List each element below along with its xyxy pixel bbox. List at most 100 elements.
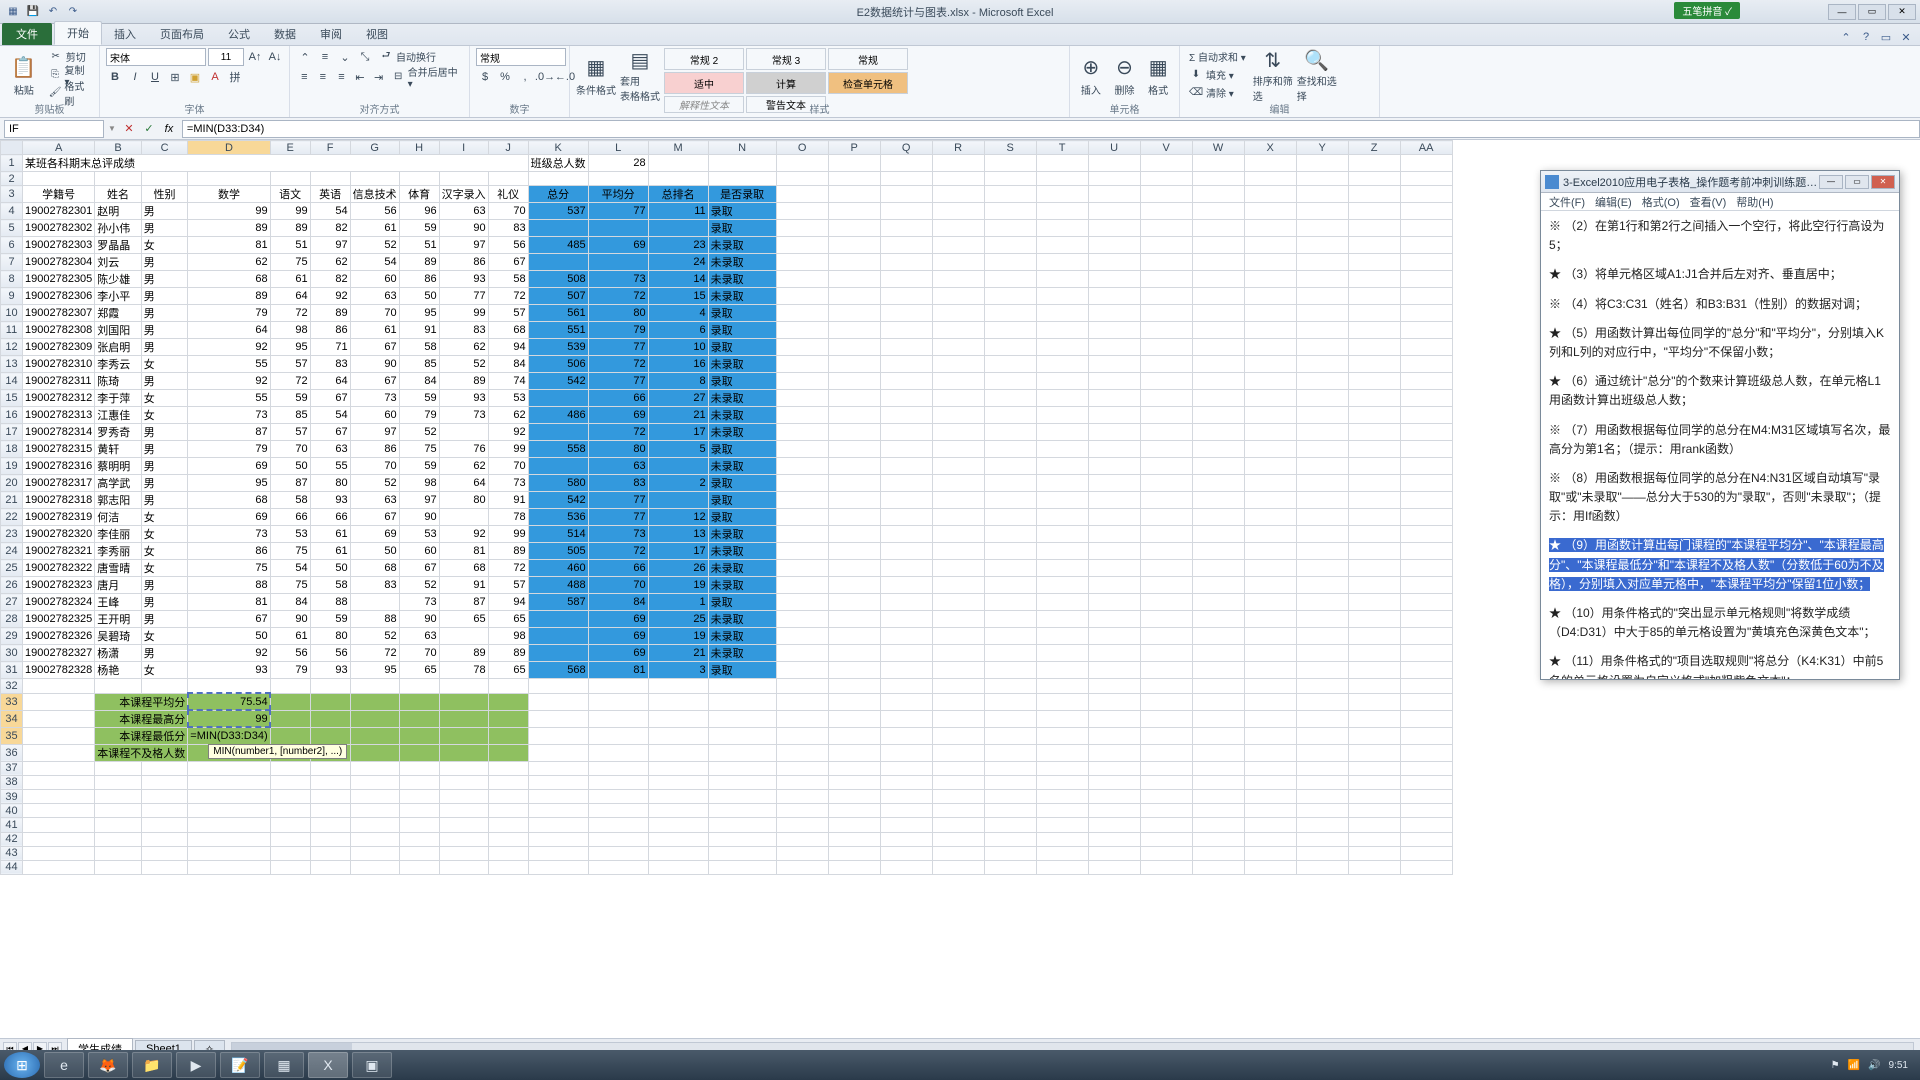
fill-button[interactable]: ⬇填充 ▾ <box>1186 66 1249 83</box>
data-cell[interactable]: 75 <box>188 560 270 577</box>
cell[interactable] <box>1400 254 1452 271</box>
cell[interactable] <box>1400 305 1452 322</box>
data-cell[interactable]: 52 <box>350 475 399 492</box>
cell[interactable] <box>880 679 932 693</box>
header-cell[interactable]: 礼仪 <box>488 186 528 203</box>
cell[interactable] <box>932 424 984 441</box>
data-cell[interactable]: 75 <box>270 543 310 560</box>
data-cell[interactable]: 19 <box>648 628 708 645</box>
tray-network-icon[interactable]: 📶 <box>1848 1060 1860 1071</box>
data-cell[interactable]: 55 <box>188 356 270 373</box>
data-cell[interactable]: 77 <box>588 339 648 356</box>
data-cell[interactable]: 未录取 <box>708 356 776 373</box>
data-cell[interactable]: 未录取 <box>708 458 776 475</box>
cell[interactable] <box>776 172 828 186</box>
data-cell[interactable]: 王开明 <box>95 611 142 628</box>
cell[interactable] <box>932 804 984 818</box>
header-cell[interactable]: 信息技术 <box>350 186 399 203</box>
cell[interactable] <box>310 860 350 874</box>
cell[interactable] <box>1036 424 1088 441</box>
cell[interactable] <box>708 804 776 818</box>
cell[interactable] <box>310 172 350 186</box>
data-cell[interactable]: 82 <box>310 220 350 237</box>
cell[interactable] <box>1400 543 1452 560</box>
data-cell[interactable]: 67 <box>188 611 270 628</box>
data-cell[interactable]: 73 <box>188 526 270 543</box>
data-cell[interactable]: 男 <box>141 441 188 458</box>
data-cell[interactable]: 72 <box>488 560 528 577</box>
data-cell[interactable]: 69 <box>350 526 399 543</box>
cell[interactable] <box>708 818 776 832</box>
data-cell[interactable]: 92 <box>488 424 528 441</box>
data-cell[interactable]: 55 <box>310 458 350 475</box>
cell[interactable] <box>1192 679 1244 693</box>
cell[interactable] <box>1192 577 1244 594</box>
data-cell[interactable]: 73 <box>588 271 648 288</box>
cell[interactable] <box>1036 322 1088 339</box>
cell[interactable] <box>488 710 528 727</box>
row-header[interactable]: 35 <box>1 727 23 744</box>
cell[interactable] <box>1140 543 1192 560</box>
data-cell[interactable]: 未录取 <box>708 254 776 271</box>
cell[interactable] <box>1296 628 1348 645</box>
cell[interactable] <box>1244 509 1296 526</box>
data-cell[interactable]: 60 <box>350 407 399 424</box>
data-cell[interactable]: 李小平 <box>95 288 142 305</box>
cell[interactable] <box>1140 475 1192 492</box>
cell[interactable] <box>1192 628 1244 645</box>
cell[interactable] <box>828 458 880 475</box>
cell[interactable] <box>880 172 932 186</box>
cell[interactable] <box>1088 424 1140 441</box>
data-cell[interactable]: 53 <box>488 390 528 407</box>
cell[interactable] <box>708 744 776 761</box>
data-cell[interactable]: 70 <box>350 458 399 475</box>
cell[interactable] <box>270 172 310 186</box>
cell[interactable] <box>828 775 880 789</box>
data-cell[interactable]: 53 <box>270 526 310 543</box>
cell[interactable] <box>1036 560 1088 577</box>
np-menu-view[interactable]: 查看(V) <box>1686 194 1731 210</box>
cell[interactable] <box>1140 662 1192 679</box>
cell[interactable] <box>1400 155 1452 172</box>
cell[interactable] <box>1348 441 1400 458</box>
data-cell[interactable]: 17 <box>648 424 708 441</box>
cell[interactable] <box>880 560 932 577</box>
cell[interactable] <box>1088 662 1140 679</box>
cell[interactable] <box>776 761 828 775</box>
cell[interactable] <box>528 789 588 803</box>
percent-icon[interactable]: % <box>496 68 514 86</box>
cell[interactable] <box>828 356 880 373</box>
cell[interactable] <box>488 804 528 818</box>
data-cell[interactable]: 录取 <box>708 594 776 611</box>
header-cell[interactable]: 总排名 <box>648 186 708 203</box>
cell[interactable] <box>1244 611 1296 628</box>
data-cell[interactable]: 25 <box>648 611 708 628</box>
cell[interactable] <box>984 560 1036 577</box>
decrease-font-icon[interactable]: A↓ <box>266 48 284 66</box>
cell[interactable] <box>141 679 188 693</box>
data-cell[interactable]: 85 <box>399 356 439 373</box>
data-cell[interactable]: 67 <box>350 339 399 356</box>
data-cell[interactable]: 未录取 <box>708 407 776 424</box>
data-cell[interactable]: 李佳丽 <box>95 526 142 543</box>
cell[interactable] <box>310 693 350 710</box>
cell[interactable] <box>1400 860 1452 874</box>
data-cell[interactable]: 52 <box>399 577 439 594</box>
cell[interactable] <box>984 727 1036 744</box>
row-header[interactable]: 6 <box>1 237 23 254</box>
data-cell[interactable]: 未录取 <box>708 543 776 560</box>
cell[interactable] <box>1296 611 1348 628</box>
cell[interactable] <box>1140 560 1192 577</box>
cell[interactable] <box>1140 846 1192 860</box>
data-cell[interactable]: 89 <box>399 254 439 271</box>
cell[interactable] <box>984 662 1036 679</box>
cell[interactable] <box>1088 441 1140 458</box>
data-cell[interactable]: 61 <box>270 271 310 288</box>
cell[interactable] <box>1088 356 1140 373</box>
cell[interactable] <box>828 662 880 679</box>
cell[interactable] <box>1348 693 1400 710</box>
row-header[interactable]: 22 <box>1 509 23 526</box>
cell[interactable] <box>1400 441 1452 458</box>
cell[interactable] <box>1088 203 1140 220</box>
row-header[interactable]: 17 <box>1 424 23 441</box>
